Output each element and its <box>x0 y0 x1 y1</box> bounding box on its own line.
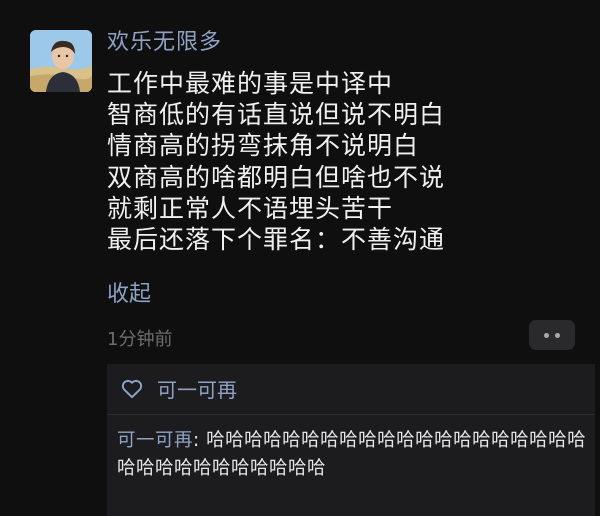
avatar[interactable] <box>30 30 92 92</box>
post-timestamp: 1分钟前 <box>107 329 173 350</box>
collapse-link[interactable]: 收起 <box>107 276 151 308</box>
post-line: 就剩正常人不语埋头苦干 <box>107 193 394 223</box>
post-content: 工作中最难的事是中译中 智商低的有话直说但说不明白 情商高的拐弯抹角不说明白 双… <box>107 68 577 255</box>
comment-author[interactable]: 可一可再 <box>117 430 193 451</box>
moments-post: 欢乐无限多 工作中最难的事是中译中 智商低的有话直说但说不明白 情商高的拐弯抹角… <box>0 0 600 516</box>
more-dots-icon <box>544 332 549 338</box>
likes-row[interactable]: 可一可再 <box>119 374 237 402</box>
post-username[interactable]: 欢乐无限多 <box>107 30 222 56</box>
like-user-name[interactable]: 可一可再 <box>157 374 237 403</box>
post-line: 情商高的拐弯抹角不说明白 <box>107 131 420 161</box>
post-line: 工作中最难的事是中译中 <box>107 69 394 98</box>
comment[interactable]: 可一可再: 哈哈哈哈哈哈哈哈哈哈哈哈哈哈哈哈哈哈哈哈哈哈哈哈哈哈哈哈哈哈哈 <box>117 427 587 483</box>
interaction-panel: 可一可再 可一可再: 哈哈哈哈哈哈哈哈哈哈哈哈哈哈哈哈哈哈哈哈哈哈哈哈哈哈哈哈哈… <box>107 364 595 516</box>
divider <box>107 414 595 415</box>
post-line: 最后还落下个罪名：不善沟通 <box>107 225 446 255</box>
post-line: 双商高的啥都明白但啥也不说 <box>107 162 446 192</box>
heart-outline-icon <box>121 379 143 399</box>
avatar-illustration <box>30 30 92 92</box>
comment-separator: : <box>193 430 207 451</box>
more-dots-icon <box>555 332 560 338</box>
more-button[interactable] <box>529 320 575 350</box>
post-line: 智商低的有话直说但说不明白 <box>107 100 446 130</box>
